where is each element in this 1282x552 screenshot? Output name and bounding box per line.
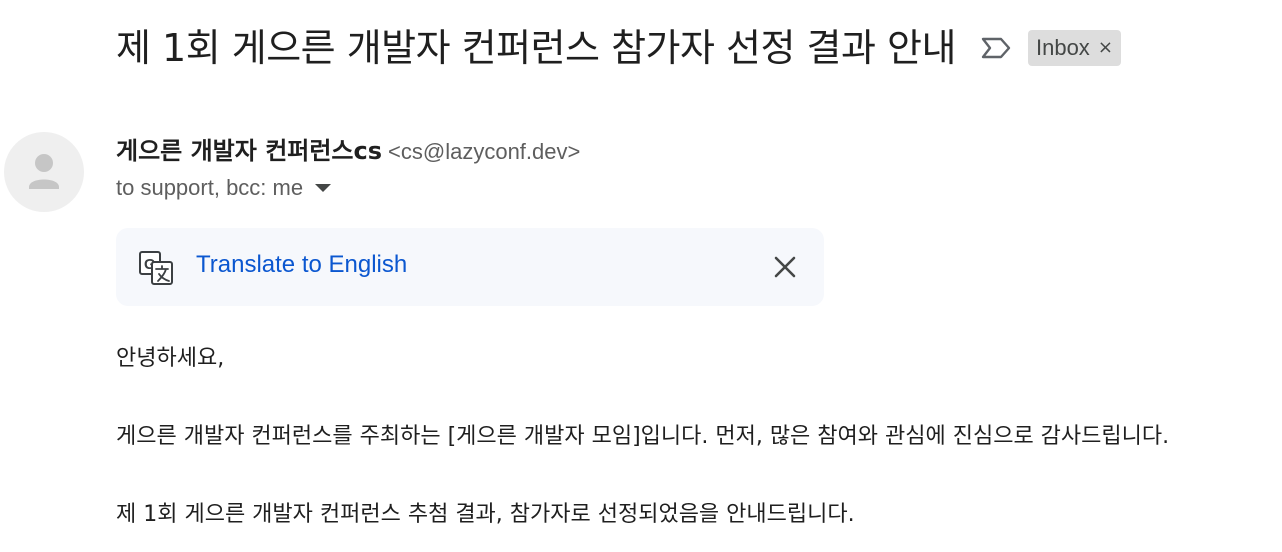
label-important-icon[interactable]	[978, 33, 1014, 63]
sender-avatar[interactable]	[4, 132, 84, 212]
remove-label-icon[interactable]: ×	[1098, 39, 1113, 57]
body-greeting: 안녕하세요,	[116, 346, 225, 371]
body-paragraph: 게으른 개발자 컨퍼런스를 주최하는 [게으른 개발자 모임]입니다. 먼저, …	[116, 424, 1170, 449]
subject-row: 제 1회 게으른 개발자 컨퍼런스 참가자 선정 결과 안내 Inbox ×	[116, 20, 1121, 76]
google-translate-icon: G	[139, 251, 173, 285]
recipients-text: to support, bcc: me	[116, 175, 304, 200]
translate-banner: G Translate to English	[116, 228, 824, 306]
chevron-down-icon[interactable]	[315, 184, 332, 192]
sender-name[interactable]: 게으른 개발자 컨퍼런스cs	[116, 137, 382, 165]
email-subject: 제 1회 게으른 개발자 컨퍼런스 참가자 선정 결과 안내	[116, 26, 956, 70]
body-paragraph: 제 1회 게으른 개발자 컨퍼런스 추첨 결과, 참가자로 선정되었음을 안내드…	[116, 502, 855, 527]
email-view: 제 1회 게으른 개발자 컨퍼런스 참가자 선정 결과 안내 Inbox × 게…	[0, 0, 1282, 552]
recipients-details-toggle[interactable]: to support, bcc: me	[116, 175, 332, 201]
translate-to-english-link[interactable]: Translate to English	[196, 251, 407, 279]
inbox-label-text: Inbox	[1035, 35, 1090, 60]
inbox-label-chip[interactable]: Inbox ×	[1027, 30, 1121, 66]
close-icon[interactable]	[770, 252, 800, 282]
default-person-avatar-icon	[29, 154, 59, 189]
sender-email: <cs@lazyconf.dev>	[388, 139, 581, 164]
sender-line: 게으른 개발자 컨퍼런스cs <cs@lazyconf.dev>	[116, 134, 580, 171]
